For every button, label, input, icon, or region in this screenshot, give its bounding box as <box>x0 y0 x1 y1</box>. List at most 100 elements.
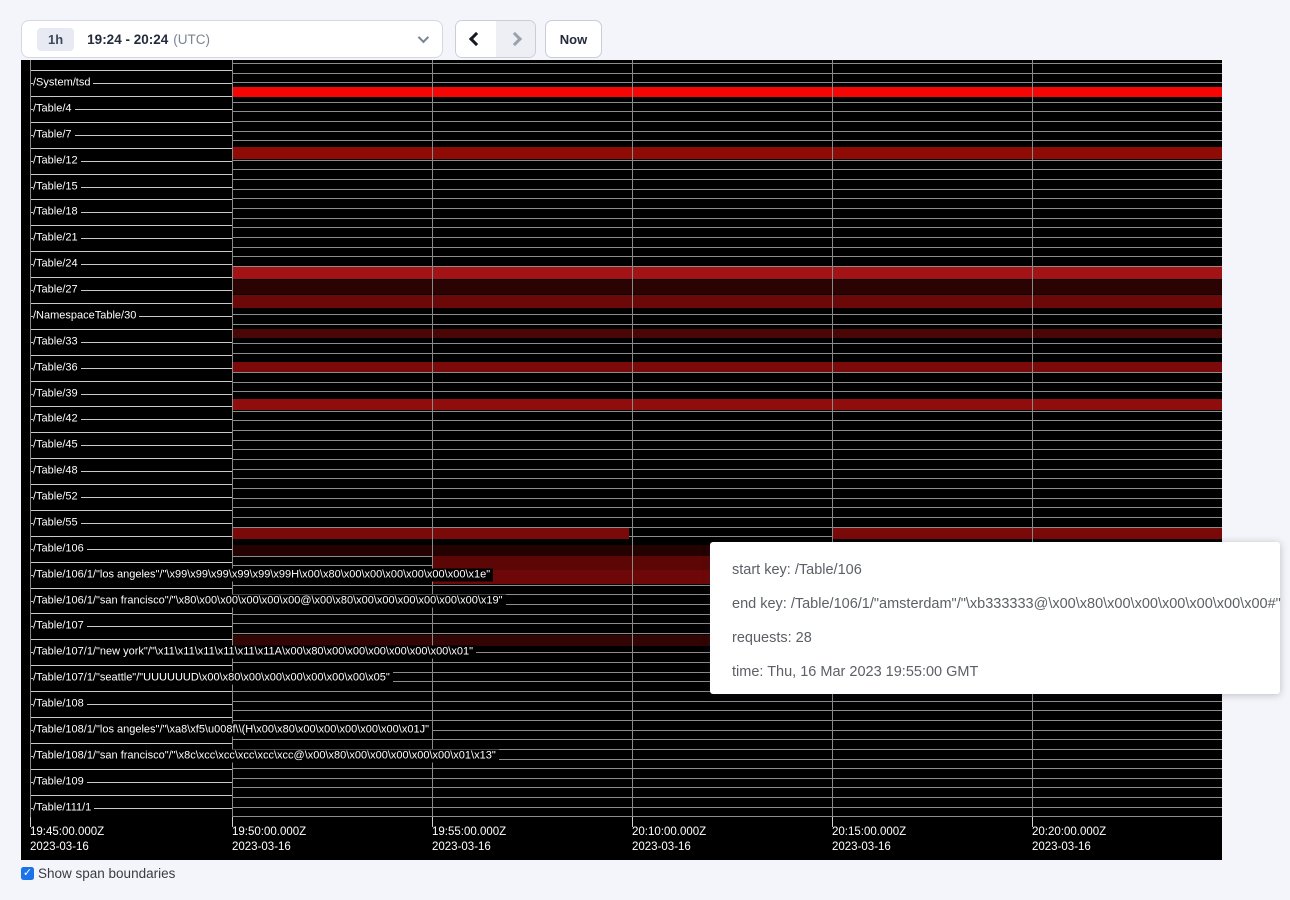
span-boundary-line <box>30 639 232 640</box>
axis-time-label: 20:15:00.000Z <box>832 826 906 838</box>
span-boundary-line <box>30 588 232 589</box>
hot-span-band <box>232 267 1222 279</box>
span-boundary-line <box>232 169 1222 170</box>
row-label: /Table/15 <box>33 181 81 194</box>
row-label: /Table/106/1/"san francisco"/"\x80\x00\x… <box>33 595 506 608</box>
row-label: /Table/108/1/"san francisco"/"\x8c\xcc\x… <box>33 750 499 763</box>
now-button[interactable]: Now <box>545 20 602 58</box>
row-label: /Table/106 <box>33 543 87 556</box>
axis-time-label: 19:45:00.000Z <box>30 826 104 838</box>
time-gridline <box>1032 60 1033 822</box>
span-boundary-line <box>232 498 1222 499</box>
row-label: /Table/27 <box>33 284 81 297</box>
span-boundary-line <box>232 218 1222 219</box>
prev-time-button[interactable] <box>456 21 496 57</box>
span-boundary-line <box>232 440 1222 441</box>
span-boundary-line <box>30 769 232 770</box>
span-boundary-line <box>30 355 232 356</box>
show-span-boundaries-label[interactable]: Show span boundaries <box>38 866 175 881</box>
span-boundary-line <box>232 420 1222 421</box>
row-label: /Table/107 <box>33 620 87 633</box>
span-boundary-line <box>232 430 1222 431</box>
time-nav-group <box>455 20 536 58</box>
hot-span-band <box>232 528 629 539</box>
row-label: /Table/107/1/"new york"/"\x11\x11\x11\x1… <box>33 646 476 659</box>
span-boundary-line <box>232 701 1222 702</box>
span-boundary-line <box>232 449 1222 450</box>
span-boundary-line <box>232 189 1222 190</box>
row-label: /Table/55 <box>33 517 81 530</box>
span-boundary-line <box>30 381 232 382</box>
row-label: /Table/48 <box>33 465 81 478</box>
hot-span-band <box>232 399 1222 410</box>
span-boundary-line <box>232 720 1222 721</box>
axis-time-label: 19:55:00.000Z <box>432 826 506 838</box>
span-boundary-line <box>30 122 232 123</box>
span-boundary-line <box>232 102 1222 103</box>
span-boundary-line <box>232 140 1222 141</box>
span-boundary-line <box>232 160 1222 161</box>
row-label: /Table/7 <box>33 129 75 142</box>
span-boundary-line <box>30 613 232 614</box>
row-label: /Table/42 <box>33 413 81 426</box>
row-label: /Table/52 <box>33 491 81 504</box>
span-boundary-line <box>232 787 1222 788</box>
next-time-button[interactable] <box>496 21 536 57</box>
span-boundary-line <box>232 768 1222 769</box>
time-gridline <box>632 60 633 822</box>
span-boundary-line <box>30 665 232 666</box>
axis-date-label: 2023-03-16 <box>432 841 491 853</box>
row-label: /Table/108/1/"los angeles"/"\xa8\xf5\u00… <box>33 724 432 737</box>
hot-span-band <box>232 362 1222 372</box>
span-boundary-line <box>232 411 1222 412</box>
row-label: /Table/18 <box>33 206 81 219</box>
span-boundary-line <box>232 324 1222 325</box>
axis-date-label: 2023-03-16 <box>632 841 691 853</box>
time-range-select[interactable]: 1h 19:24 - 20:24 (UTC) <box>21 20 443 58</box>
span-boundary-line <box>232 121 1222 122</box>
span-boundary-line <box>30 225 232 226</box>
span-boundary-line <box>232 179 1222 180</box>
axis-time-label: 19:50:00.000Z <box>232 826 306 838</box>
show-span-boundaries-control[interactable]: ✓ Show span boundaries <box>21 866 175 881</box>
hot-span-band <box>232 329 1222 338</box>
span-boundary-line <box>232 710 1222 711</box>
show-span-boundaries-checkbox[interactable]: ✓ <box>21 867 34 880</box>
row-label: /Table/12 <box>33 155 81 168</box>
span-boundary-line <box>232 73 1222 74</box>
hot-span-band <box>232 87 1222 97</box>
span-boundary-line <box>30 199 232 200</box>
span-boundary-line <box>232 391 1222 392</box>
span-boundary-line <box>30 484 232 485</box>
span-boundary-line <box>232 507 1222 508</box>
time-range-label: 19:24 - 20:24 <box>87 32 168 47</box>
span-boundary-line <box>232 807 1222 808</box>
axis-time-label: 20:20:00.000Z <box>1032 826 1106 838</box>
span-boundary-line <box>232 382 1222 383</box>
span-boundary-line <box>30 277 232 278</box>
heatmap-canvas[interactable]: /System/tsd/Table/4/Table/7/Table/12/Tab… <box>21 60 1222 860</box>
span-boundary-line <box>30 536 232 537</box>
span-boundary-line <box>232 63 1222 64</box>
span-boundary-line <box>232 111 1222 112</box>
span-boundary-line <box>30 251 232 252</box>
tooltip-requests: requests: 28 <box>732 621 1280 655</box>
time-gridline <box>832 60 833 822</box>
span-boundary-line <box>232 256 1222 257</box>
span-boundary-line <box>232 459 1222 460</box>
hot-span-band <box>232 147 1222 159</box>
axis-date-label: 2023-03-16 <box>832 841 891 853</box>
row-label: /Table/36 <box>33 362 81 375</box>
time-preset-badge: 1h <box>37 28 74 51</box>
span-boundary-line <box>232 353 1222 354</box>
span-boundary-line <box>30 406 232 407</box>
span-boundary-line <box>232 208 1222 209</box>
span-boundary-line <box>232 469 1222 470</box>
axis-date-label: 2023-03-16 <box>1032 841 1091 853</box>
row-label: /Table/45 <box>33 439 81 452</box>
span-boundary-line <box>232 314 1222 315</box>
span-boundary-line <box>232 198 1222 199</box>
span-boundary-line <box>232 343 1222 344</box>
span-boundary-line <box>30 795 232 796</box>
axis-time-label: 20:10:00.000Z <box>632 826 706 838</box>
